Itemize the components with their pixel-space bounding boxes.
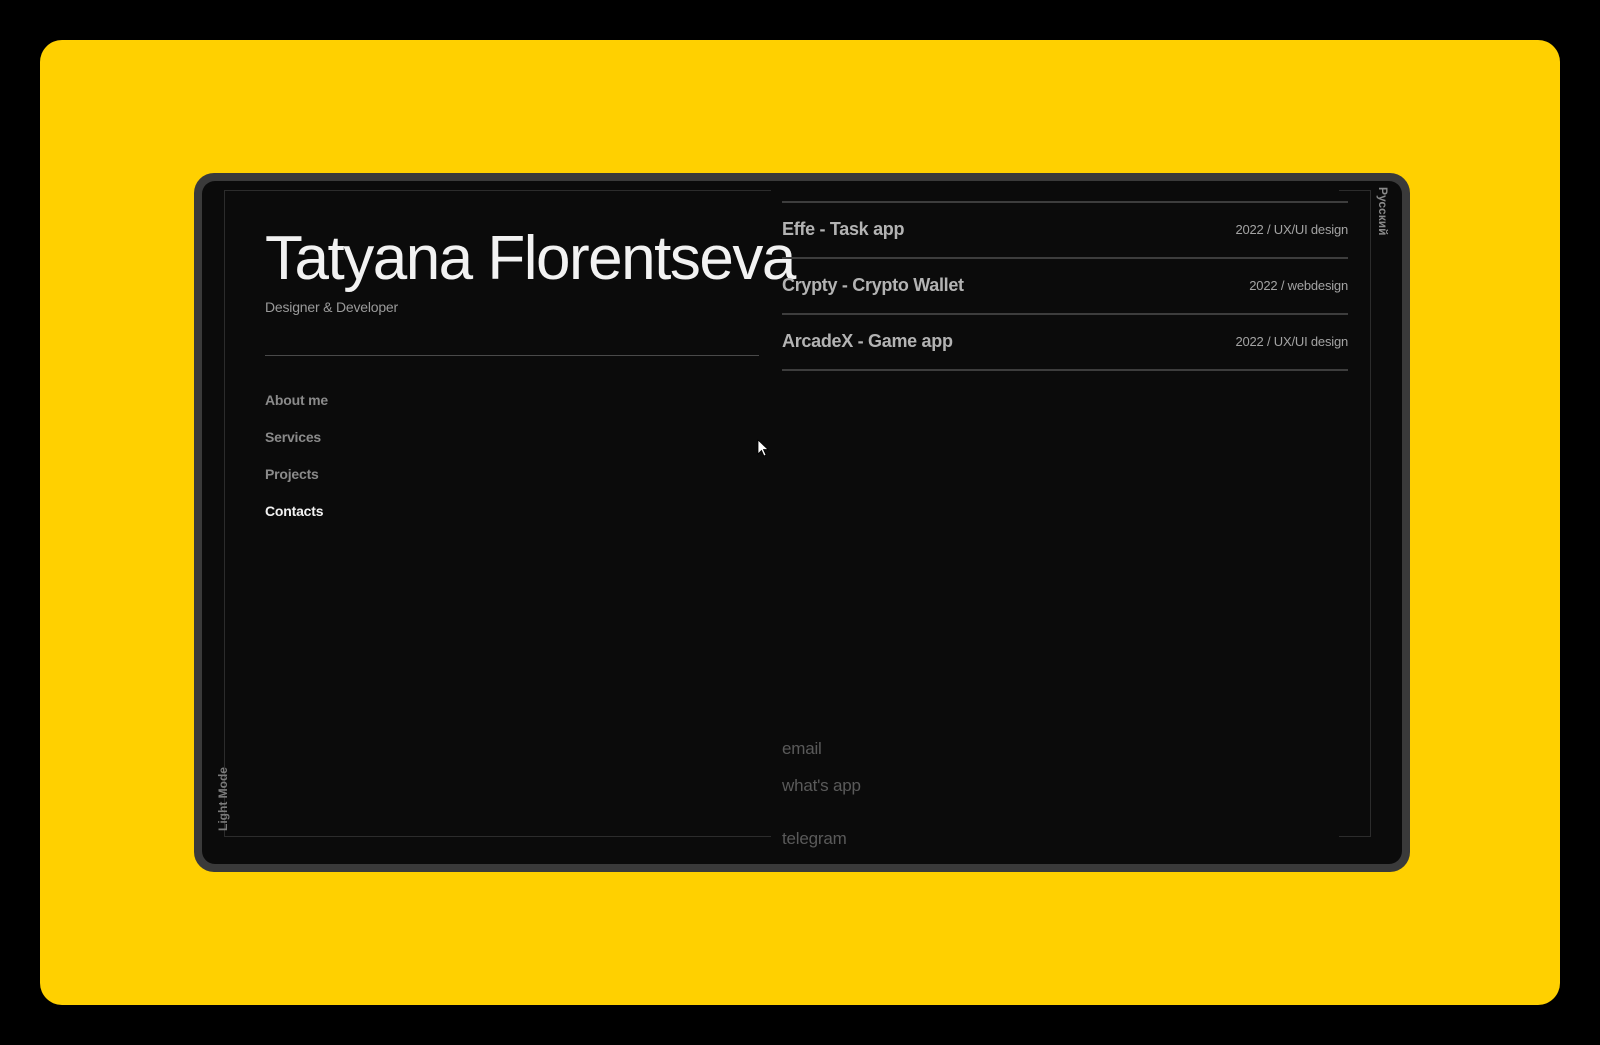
contact-telegram-link[interactable]: telegram bbox=[782, 829, 847, 849]
frame-line bbox=[224, 190, 225, 836]
site-screen: Tatyana Florentseva Designer & Developer… bbox=[202, 181, 1402, 864]
divider bbox=[265, 355, 759, 356]
subtitle: Designer & Developer bbox=[265, 299, 398, 315]
main-nav: About me Services Projects Contacts bbox=[265, 391, 328, 539]
nav-item-projects[interactable]: Projects bbox=[265, 465, 328, 502]
project-row-effe[interactable]: Effe - Task app 2022 / UX/UI design bbox=[782, 202, 1348, 259]
contact-whatsapp-link[interactable]: what's app bbox=[782, 776, 861, 796]
frame-line bbox=[1370, 190, 1371, 836]
project-title: Effe - Task app bbox=[782, 219, 905, 239]
project-row-arcadex[interactable]: ArcadeX - Game app 2022 / UX/UI design bbox=[782, 314, 1348, 371]
project-meta: 2022 / UX/UI design bbox=[1235, 222, 1348, 237]
frame-line bbox=[224, 190, 771, 191]
project-row-crypty[interactable]: Crypty - Crypto Wallet 2022 / webdesign bbox=[782, 258, 1348, 315]
page-title: Tatyana Florentseva bbox=[265, 224, 796, 293]
project-meta: 2022 / UX/UI design bbox=[1235, 334, 1348, 349]
language-toggle-label: Русский bbox=[1376, 187, 1390, 236]
laptop-frame: Tatyana Florentseva Designer & Developer… bbox=[194, 173, 1410, 872]
theme-toggle[interactable]: Light Mode bbox=[206, 767, 230, 841]
nav-item-contacts[interactable]: Contacts bbox=[265, 502, 328, 539]
project-meta: 2022 / webdesign bbox=[1249, 278, 1348, 293]
mouse-pointer-icon bbox=[757, 439, 769, 457]
frame-line bbox=[1339, 190, 1371, 191]
project-title: Crypty - Crypto Wallet bbox=[782, 275, 964, 295]
nav-item-services[interactable]: Services bbox=[265, 428, 328, 465]
nav-item-about[interactable]: About me bbox=[265, 391, 328, 428]
frame-line bbox=[224, 836, 771, 837]
language-toggle[interactable]: Русский bbox=[1374, 187, 1394, 247]
contact-email-link[interactable]: email bbox=[782, 739, 822, 759]
project-title: ArcadeX - Game app bbox=[782, 331, 953, 351]
frame-line bbox=[1339, 836, 1371, 837]
theme-toggle-label: Light Mode bbox=[216, 767, 230, 831]
